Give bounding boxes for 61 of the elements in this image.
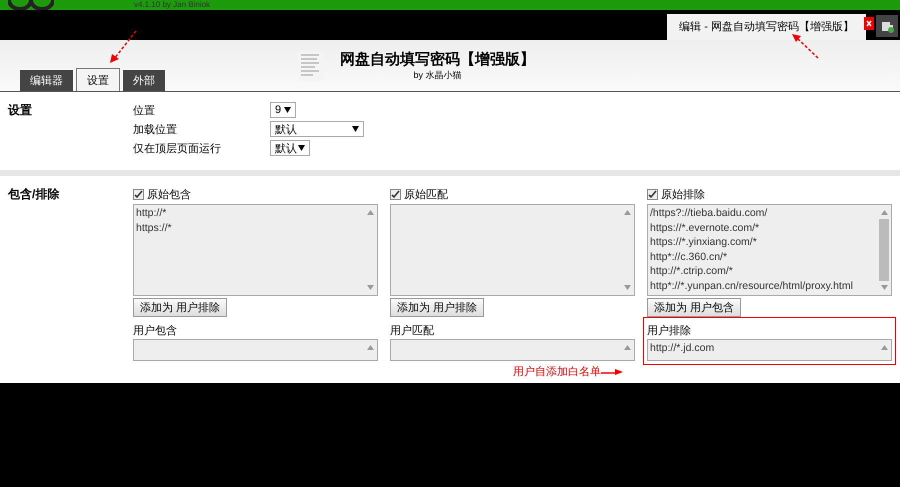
scroll-up-icon[interactable] <box>880 210 888 215</box>
url-line: http://*.jd.com <box>650 341 716 356</box>
url-line: http://* <box>136 206 168 220</box>
checkbox-label: 原始匹配 <box>404 188 448 202</box>
checkbox-label: 原始排除 <box>661 188 705 202</box>
url-line: /https?://tieba.baidu.com/ <box>650 206 768 220</box>
checkbox-label: 原始包含 <box>147 188 191 202</box>
text-area[interactable]: /https?://tieba.baidu.com/ https://*.evernote.com/* https://*.yinxiang.com/* http*://c.360.cn/* http://*.ctrip.com/* http*://*.yunpan.cn/resource/html/proxy.html <box>647 204 892 296</box>
list-label: 用户包含 <box>133 324 178 337</box>
url-line: https://* <box>136 220 173 235</box>
list-label: 用户排除 <box>647 324 692 337</box>
add-button[interactable]: 添加为 用户包含 <box>647 298 742 317</box>
scroll-up-icon[interactable] <box>624 210 630 215</box>
text-area[interactable]: http://*.jd.com <box>647 339 892 361</box>
setting-label: 加载位置 <box>133 122 178 136</box>
dropdown[interactable]: 默认 <box>270 121 364 137</box>
add-button[interactable]: 添加为 用户排除 <box>133 298 228 317</box>
caret-icon <box>352 126 359 132</box>
scroll-up-icon[interactable] <box>366 345 374 350</box>
caret-icon <box>298 145 305 151</box>
text-area[interactable]: http://* https://* <box>133 204 378 296</box>
close-icon[interactable] <box>864 17 874 30</box>
add-button[interactable]: 添加为 用户排除 <box>390 298 484 317</box>
scroll-down-icon[interactable] <box>624 285 630 290</box>
scroll-down-icon[interactable] <box>366 285 374 290</box>
version-text: v4.1.10 by Jan Biniok <box>134 0 210 10</box>
text-area[interactable] <box>390 204 635 296</box>
script-author: by 水晶小猫 <box>412 68 462 82</box>
scroll-up-icon[interactable] <box>624 345 630 350</box>
text-area[interactable] <box>390 339 635 361</box>
section-heading: 包含/排除 <box>8 186 60 203</box>
url-line: https://*.yinxiang.com/* <box>650 235 758 250</box>
logo-icon <box>8 0 54 10</box>
url-line: https://*.evernote.com/* <box>650 220 760 235</box>
annotation-arrow <box>108 30 138 64</box>
checkbox[interactable] <box>647 188 658 200</box>
editor-tab[interactable]: 编辑 - 网盘自动填写密码【增强版】 <box>667 14 866 40</box>
caret-icon <box>284 107 291 113</box>
url-line: http*://c.360.cn/* <box>650 250 728 264</box>
script-title: 网盘自动填写密码【增强版】 <box>340 50 535 68</box>
url-line: http*://*.yunpan.cn/resource/html/proxy.html <box>650 278 854 293</box>
annotation-text: 用户自添加白名单 <box>513 364 601 379</box>
scroll-up-icon[interactable] <box>366 210 374 215</box>
tab[interactable]: 外部 <box>123 70 165 91</box>
setting-label: 位置 <box>133 104 156 118</box>
checkbox[interactable] <box>390 188 401 200</box>
checkbox[interactable] <box>133 188 144 200</box>
scrollbar-thumb[interactable] <box>879 219 889 281</box>
scroll-up-icon[interactable] <box>880 345 888 350</box>
url-line: http://*.ctrip.com/* <box>650 264 734 278</box>
setting-label: 仅在顶层页面运行 <box>133 142 222 156</box>
annotation-arrow <box>790 33 820 59</box>
dropdown[interactable]: 默认 <box>270 140 310 156</box>
tab[interactable]: 编辑器 <box>20 70 73 91</box>
scroll-down-icon[interactable] <box>880 285 888 290</box>
section-heading: 设置 <box>8 102 33 119</box>
annotation-arrow <box>601 368 623 376</box>
text-area[interactable] <box>133 339 378 361</box>
dropdown[interactable]: 9 <box>270 102 296 118</box>
list-label: 用户匹配 <box>390 324 435 337</box>
tab[interactable]: 设置 <box>76 68 120 91</box>
